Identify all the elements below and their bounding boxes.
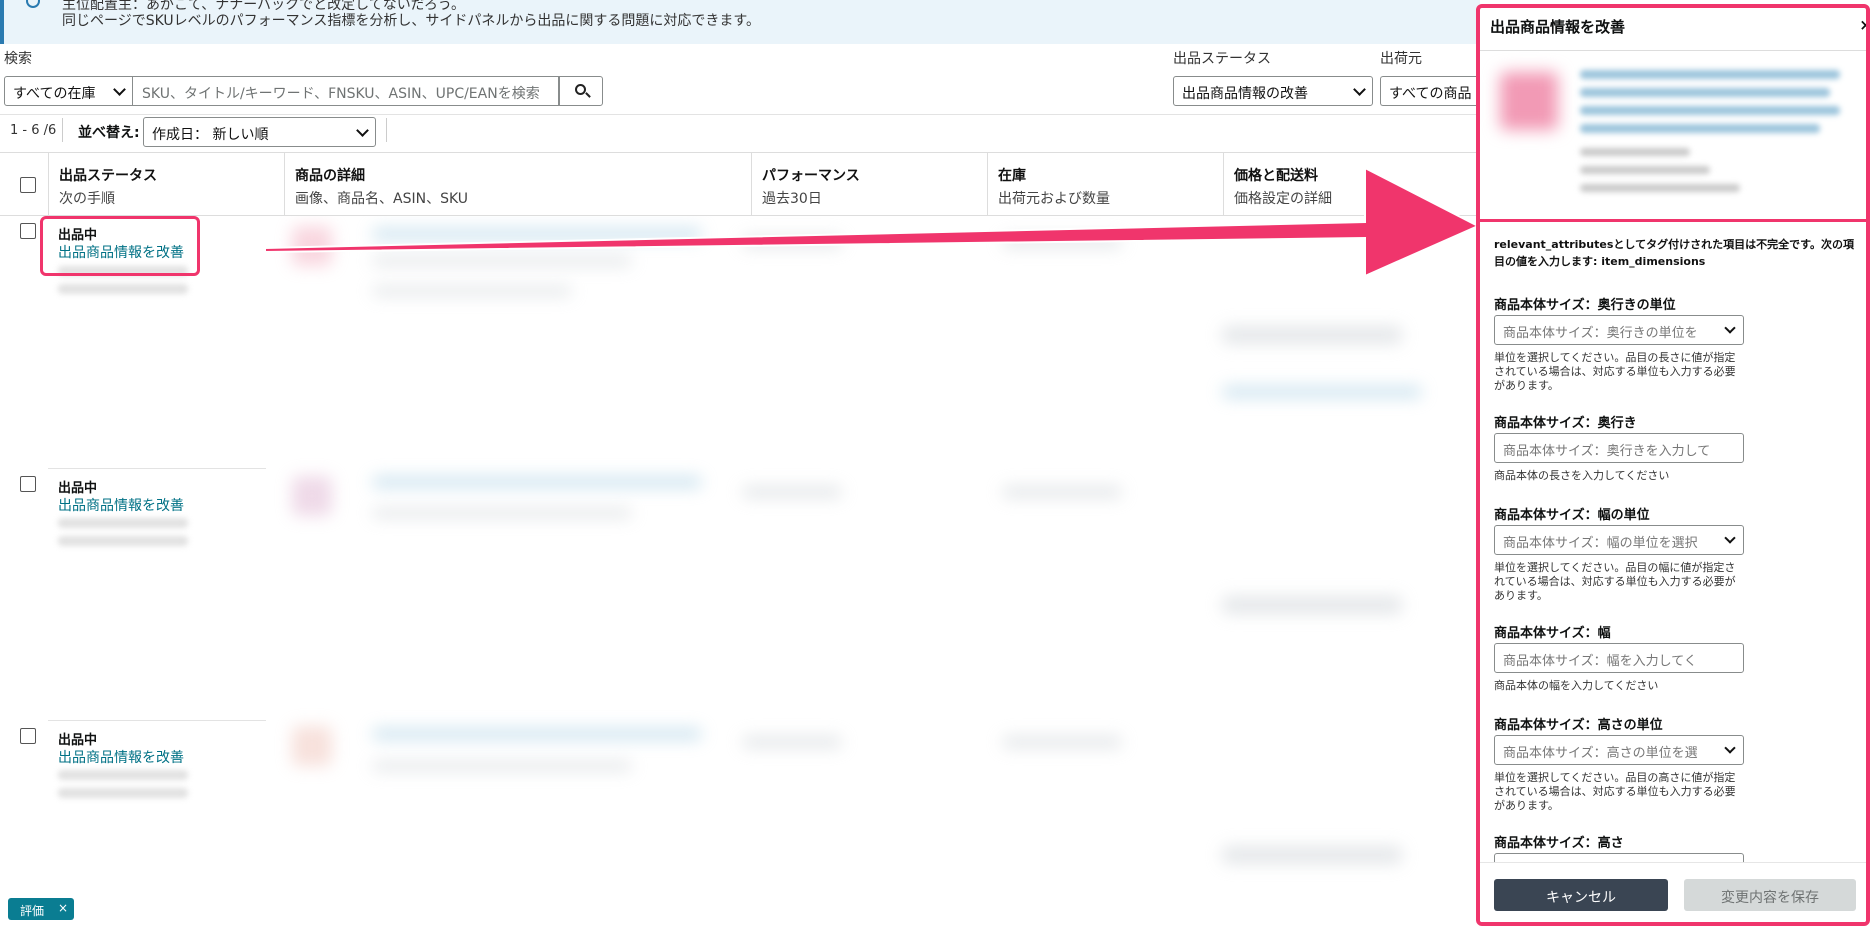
product-title-line	[1580, 124, 1820, 133]
field-label-depth-unit: 商品本体サイズ：奥行きの単位	[1494, 298, 1676, 313]
product-title-line	[1580, 70, 1840, 79]
save-changes-button[interactable]: 変更内容を保存	[1684, 879, 1856, 911]
inventory-select[interactable]: すべての在庫	[4, 76, 133, 106]
chevron-down-icon	[356, 124, 369, 137]
divider	[386, 118, 387, 142]
banner-text-line2: 同じページでSKUレベルのパフォーマンス指標を分析し、サイドパネルから出品に関す…	[62, 13, 760, 29]
column-header-inventory[interactable]: 在庫 出荷元および数量	[987, 153, 1223, 215]
row-date	[58, 788, 188, 798]
column-header-details[interactable]: 商品の詳細 画像、商品名、ASIN、SKU	[284, 153, 751, 215]
field-help: 単位を選択してください。品目の高さに値が指定されている場合は、対応する単位も入力…	[1494, 771, 1736, 812]
product-meta	[1580, 184, 1740, 192]
sort-label: 並べ替え:	[78, 125, 140, 141]
sort-select[interactable]: 作成日： 新しい順	[143, 117, 376, 147]
close-icon[interactable]: ×	[58, 901, 68, 915]
result-count: 1 - 6 /6	[10, 123, 57, 138]
divider	[62, 118, 63, 142]
panel-footer: キャンセル 変更内容を保存	[1480, 862, 1866, 922]
field-label-width-unit: 商品本体サイズ：幅の単位	[1494, 508, 1650, 523]
feedback-badge[interactable]: 評価 ×	[8, 898, 74, 920]
row-divider	[48, 468, 266, 469]
info-banner: 主位配置主：あがこて、ナナーバックでと改定してないだろう。 同じページでSKUレ…	[0, 0, 1480, 44]
column-header-price[interactable]: 価格と配送料 価格設定の詳細	[1223, 153, 1480, 215]
highlight-box	[40, 216, 200, 276]
chevron-down-icon	[1724, 532, 1736, 544]
cancel-button[interactable]: キャンセル	[1494, 879, 1668, 911]
row-status: 出品中	[58, 481, 98, 496]
row-date	[58, 770, 188, 780]
field-help: 商品本体の幅を入力してください	[1494, 679, 1659, 692]
chevron-down-icon	[113, 83, 126, 96]
height-unit-select[interactable]: 商品本体サイズ：高さの単位を選	[1494, 735, 1744, 765]
chevron-down-icon	[1724, 322, 1736, 334]
product-meta	[1580, 148, 1690, 156]
select-all-checkbox[interactable]	[20, 177, 36, 193]
divider	[1480, 50, 1866, 51]
table-header: 出品ステータス 次の手順 商品の詳細 画像、商品名、ASIN、SKU パフォーマンス…	[0, 152, 1480, 216]
ship-from-select[interactable]: すべての商品	[1380, 76, 1480, 106]
field-label-height-unit: 商品本体サイズ：高さの単位	[1494, 718, 1663, 733]
row-checkbox[interactable]	[20, 223, 36, 239]
row-status: 出品中	[58, 733, 98, 748]
column-header-performance[interactable]: パフォーマンス 過去30日	[751, 153, 987, 215]
blurred-table-content	[262, 216, 1480, 926]
field-help: 単位を選択してください。品目の長さに値が指定されている場合は、対応する単位も入力…	[1494, 351, 1736, 392]
close-icon[interactable]: ×	[1859, 16, 1866, 34]
product-title-line	[1580, 106, 1840, 115]
search-input[interactable]: SKU、タイトル/キーワード、FNSKU、ASIN、UPC/EANを検索	[133, 76, 559, 106]
column-header-status[interactable]: 出品ステータス 次の手順	[48, 153, 284, 215]
status-filter-label: 出品ステータス	[1173, 51, 1271, 67]
search-button[interactable]	[559, 76, 603, 106]
improve-listing-link[interactable]: 出品商品情報を改善	[58, 495, 184, 515]
field-label-depth: 商品本体サイズ：奥行き	[1494, 416, 1637, 431]
divider	[0, 114, 1480, 115]
field-help: 単位を選択してください。品目の幅に値が指定されている場合は、対応する単位も入力す…	[1494, 561, 1736, 602]
search-label: 検索	[4, 51, 32, 67]
width-input[interactable]: 商品本体サイズ：幅を入力してく	[1494, 643, 1744, 673]
row-date	[58, 536, 188, 546]
ship-from-label: 出荷元	[1380, 51, 1422, 67]
product-meta	[1580, 166, 1710, 174]
chevron-down-icon	[1353, 83, 1366, 96]
row-divider	[48, 720, 266, 721]
product-image	[1500, 72, 1558, 130]
field-label-width: 商品本体サイズ：幅	[1494, 626, 1611, 641]
row-checkbox[interactable]	[20, 728, 36, 744]
improve-listing-panel: 出品商品情報を改善 × relevant_attributesとしてタグ付けされ…	[1476, 4, 1870, 926]
improve-listing-link[interactable]: 出品商品情報を改善	[58, 747, 184, 767]
row-date	[58, 284, 188, 294]
row-checkbox[interactable]	[20, 476, 36, 492]
depth-unit-select[interactable]: 商品本体サイズ：奥行きの単位を	[1494, 315, 1744, 345]
panel-title: 出品商品情報を改善	[1490, 18, 1626, 36]
field-help: 商品本体の長さを入力してください	[1494, 469, 1670, 482]
chevron-down-icon	[1724, 742, 1736, 754]
width-unit-select[interactable]: 商品本体サイズ：幅の単位を選択	[1494, 525, 1744, 555]
depth-input[interactable]: 商品本体サイズ：奥行きを入力して	[1494, 433, 1744, 463]
row-date	[58, 518, 188, 528]
field-label-height: 商品本体サイズ：高さ	[1494, 836, 1624, 851]
panel-message: relevant_attributesとしてタグ付けされた項目は不完全です。次の…	[1494, 238, 1854, 268]
product-title-line	[1580, 88, 1830, 97]
status-filter-select[interactable]: 出品商品情報の改善	[1173, 76, 1373, 106]
product-summary	[1480, 52, 1866, 222]
info-icon	[26, 0, 40, 8]
